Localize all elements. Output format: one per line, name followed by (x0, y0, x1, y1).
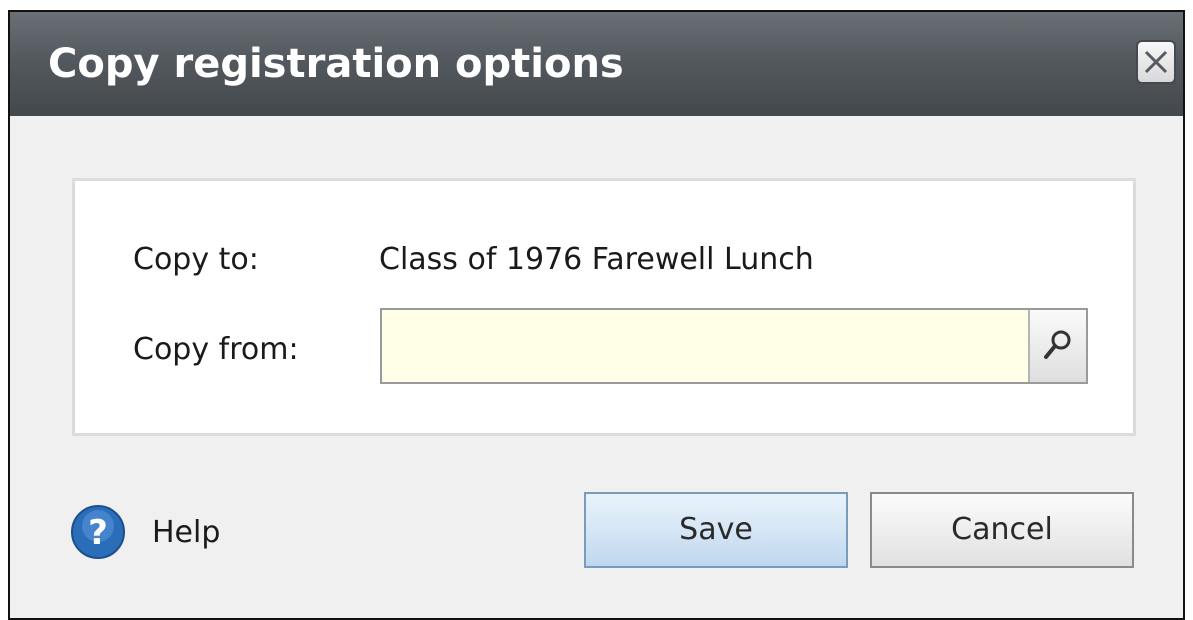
copy-from-input[interactable] (382, 310, 1028, 382)
search-button[interactable] (1028, 310, 1086, 382)
save-button[interactable]: Save (584, 492, 848, 568)
dialog-titlebar: Copy registration options (10, 12, 1183, 116)
help-link[interactable]: Help (152, 514, 220, 552)
close-icon (1144, 50, 1168, 74)
cancel-button[interactable]: Cancel (870, 492, 1134, 568)
copy-to-label: Copy to: (133, 242, 259, 277)
search-icon (1044, 330, 1071, 359)
copy-to-value: Class of 1976 Farewell Lunch (379, 242, 814, 277)
copy-from-label: Copy from: (133, 332, 299, 367)
form-panel: Copy to: Class of 1976 Farewell Lunch Co… (72, 178, 1136, 436)
close-button[interactable] (1136, 40, 1176, 84)
copy-registration-options-dialog: Copy registration options Copy to: Class… (8, 10, 1185, 620)
dialog-title: Copy registration options (48, 41, 624, 87)
copy-from-field (380, 308, 1088, 384)
svg-text:?: ? (88, 513, 108, 553)
help-icon[interactable]: ? (68, 502, 128, 562)
